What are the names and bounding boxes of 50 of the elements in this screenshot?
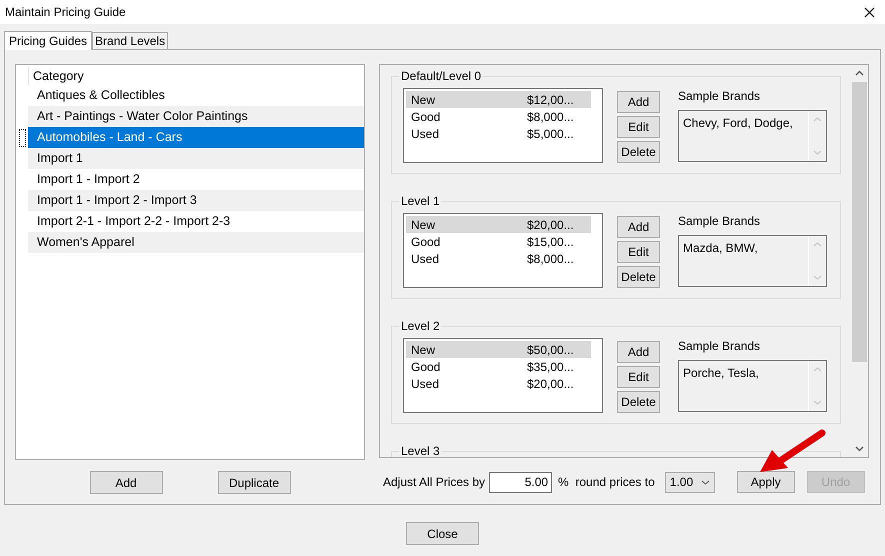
price-row[interactable]: Good $35,00... [406, 358, 591, 375]
level-button[interactable]: Add [617, 216, 660, 238]
list-item[interactable]: Women's Apparel [28, 232, 364, 253]
list-item[interactable]: Art - Paintings - Water Color Paintings [28, 106, 364, 127]
group-title: Level 1 [399, 194, 442, 208]
scrollbar-thumb[interactable] [852, 82, 867, 362]
adjust-label: Adjust All Prices by [383, 474, 486, 491]
group-title: Level 2 [399, 319, 442, 333]
scroll-down-icon[interactable] [855, 446, 864, 452]
chevron-down-icon [700, 480, 710, 484]
level-button[interactable]: Add [617, 341, 660, 363]
percent-field[interactable]: 5.00 [489, 472, 552, 492]
price-row[interactable]: Used $5,000... [406, 125, 591, 142]
level-button[interactable]: Edit [617, 116, 660, 138]
list-item[interactable]: Automobiles - Land - Cars [28, 127, 364, 148]
price-row[interactable]: New $12,00... [406, 91, 591, 108]
price-list[interactable]: New $50,00... Good $35,00... Used $20,00... [403, 338, 603, 413]
tab[interactable]: Brand Levels [92, 32, 168, 49]
tab[interactable]: Pricing Guides [4, 31, 92, 50]
brands-label: Sample Brands [678, 215, 762, 227]
level-button[interactable]: Edit [617, 241, 660, 263]
price-list[interactable]: New $12,00... Good $8,000... Used $5,000... [403, 88, 603, 163]
category-button[interactable]: Add [90, 471, 162, 494]
level-button[interactable]: Delete [617, 141, 660, 163]
price-row[interactable]: Good $8,000... [406, 108, 591, 125]
level-button[interactable]: Delete [617, 391, 660, 413]
price-row[interactable]: Used $8,000... [406, 250, 591, 267]
group-title: Default/Level 0 [399, 69, 484, 83]
window-title: Maintain Pricing Guide [5, 4, 126, 21]
round-label: % round prices to [558, 474, 655, 491]
brands-label: Sample Brands [678, 90, 762, 102]
list-item[interactable]: Import 1 [28, 148, 364, 169]
brands-label: Sample Brands [678, 340, 762, 352]
close-icon[interactable] [864, 6, 875, 18]
apply-button[interactable]: Apply [736, 471, 795, 493]
level-button[interactable]: Add [617, 91, 660, 113]
price-row[interactable]: New $50,00... [406, 341, 591, 358]
price-row[interactable]: Used $20,00... [406, 375, 591, 392]
level-button[interactable]: Delete [617, 266, 660, 288]
focus-rectangle [18, 128, 26, 146]
group-title: Level 3 [399, 444, 442, 457]
level-button[interactable]: Edit [617, 366, 660, 388]
category-button[interactable]: Duplicate [218, 471, 290, 494]
close-button[interactable]: Close [406, 522, 479, 545]
price-row[interactable]: Good $15,00... [406, 233, 591, 250]
price-list[interactable]: New $20,00... Good $15,00... Used $8,000... [403, 213, 603, 288]
round-dropdown[interactable]: 1.00 [664, 472, 715, 492]
list-item[interactable]: Import 1 - Import 2 - Import 3 [28, 190, 364, 211]
scroll-up-icon[interactable] [855, 70, 864, 76]
price-row[interactable]: New $20,00... [406, 216, 591, 233]
